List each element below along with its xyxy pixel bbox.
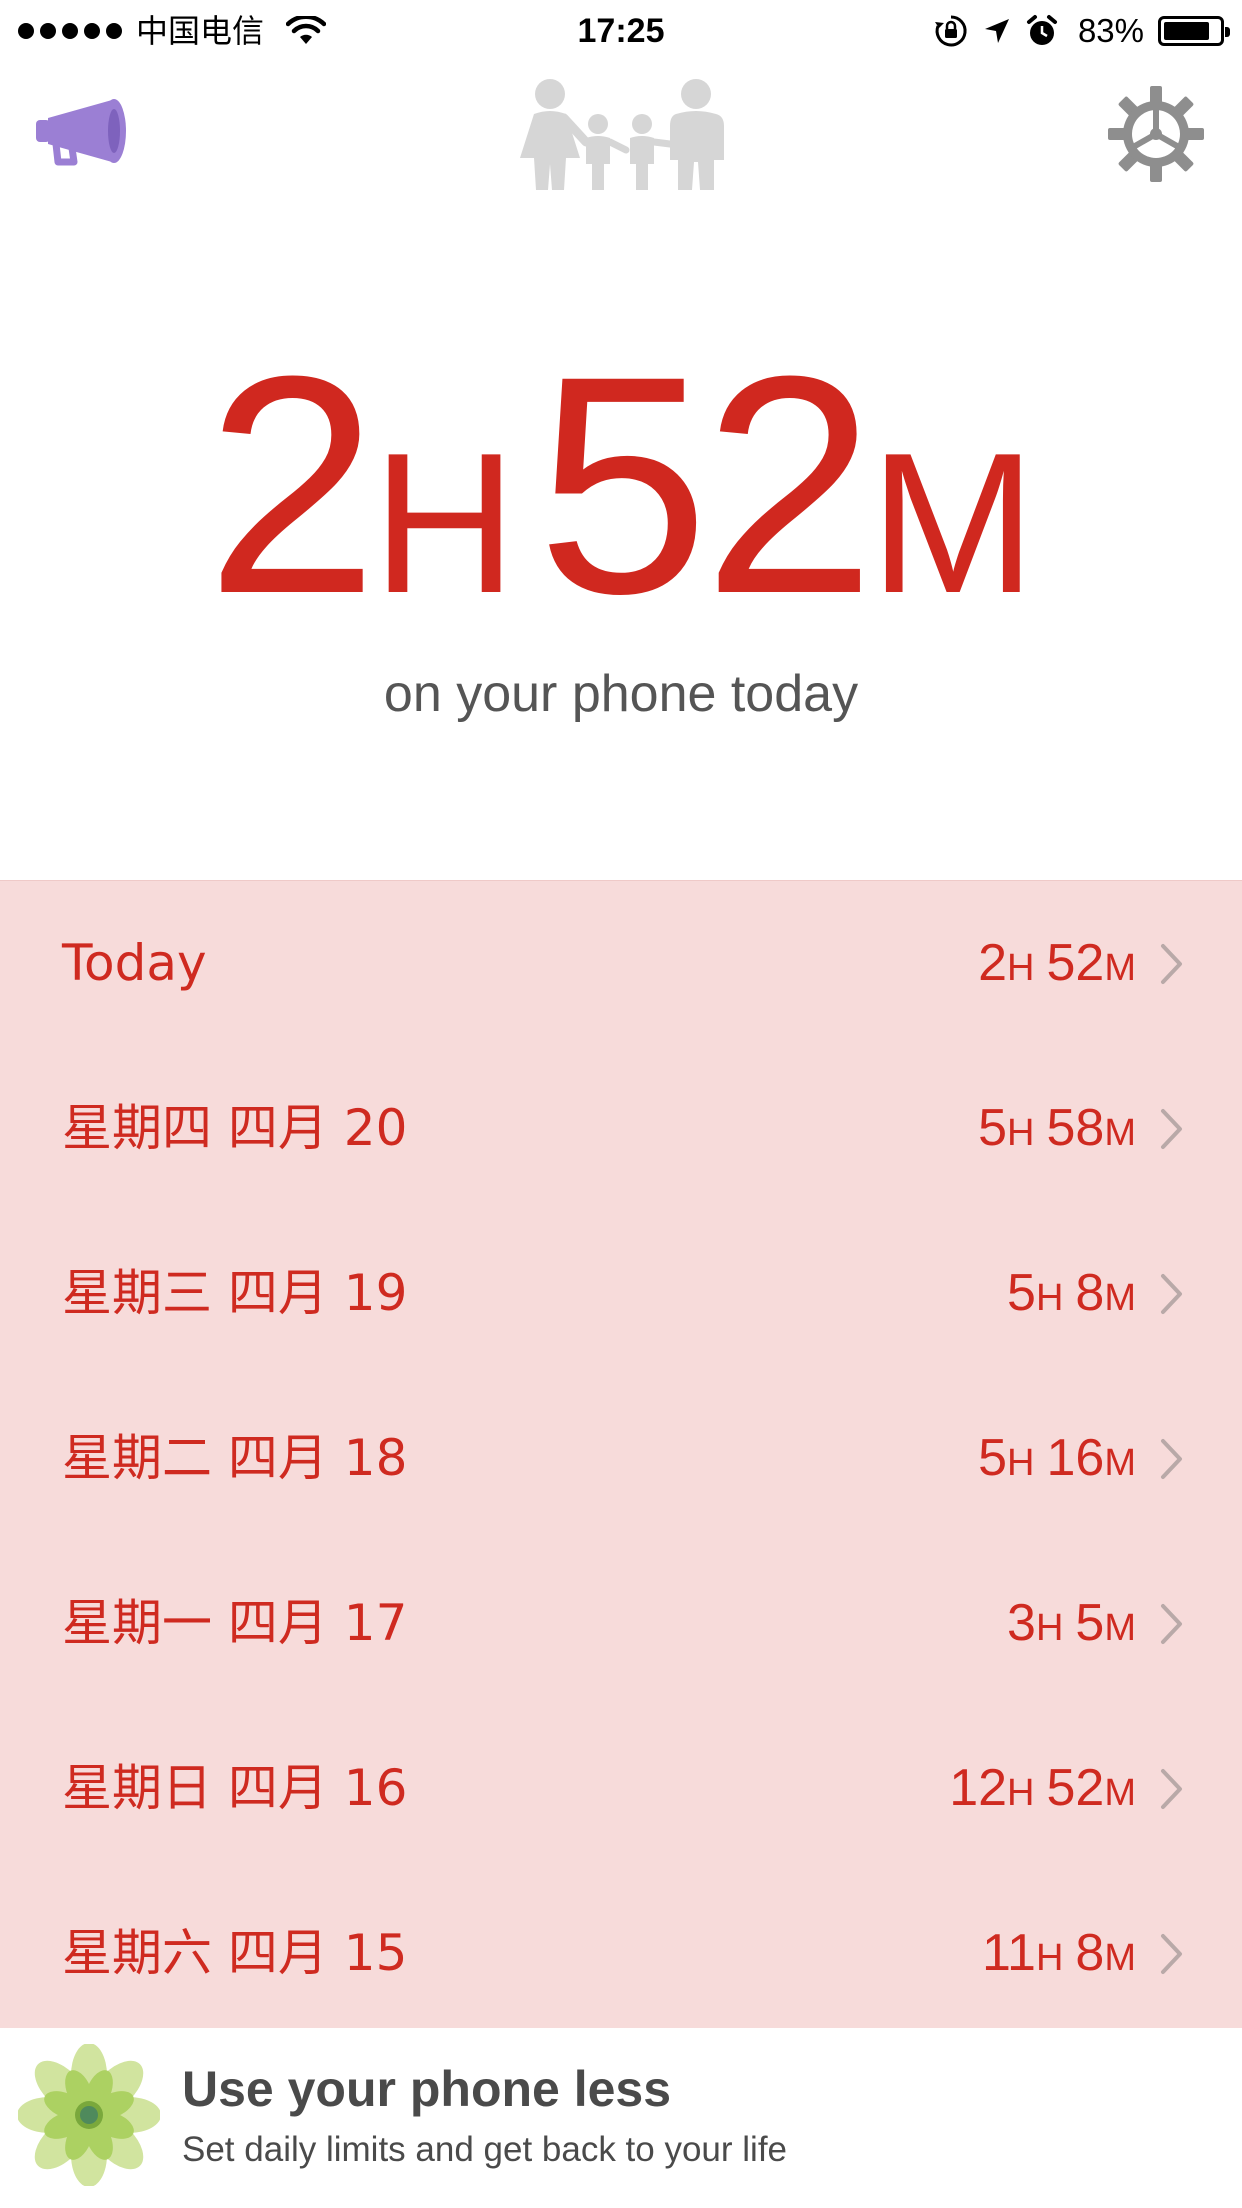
duration-hours: 12 xyxy=(949,1759,1008,1817)
history-row-duration: 3H 5M xyxy=(1007,1541,1136,1706)
chevron-right-icon xyxy=(1161,1109,1182,1149)
alarm-icon xyxy=(1026,14,1058,48)
history-row-date: 星期三 四月 19 xyxy=(62,1264,408,1322)
chevron-right-icon xyxy=(1161,1274,1182,1314)
history-row-date: 星期六 四月 15 xyxy=(62,1924,408,1982)
chevron-right-icon xyxy=(1161,1604,1182,1644)
history-row-duration: 5H 8M xyxy=(1007,1211,1136,1376)
duration-minutes: 8 xyxy=(1075,1264,1105,1322)
history-row[interactable]: 星期三 四月 19 5H 8M xyxy=(0,1211,1242,1376)
duration-hours-unit: H xyxy=(1007,947,1035,989)
duration-minutes-unit: M xyxy=(1104,1772,1136,1814)
duration-hours-unit: H xyxy=(1007,1772,1035,1814)
history-row[interactable]: 星期日 四月 16 12H 52M xyxy=(0,1706,1242,1871)
duration-hours: 11 xyxy=(981,1924,1036,1982)
duration-hours-unit: H xyxy=(1035,1277,1064,1319)
history-row[interactable]: Today 2H 52M xyxy=(0,881,1242,1046)
history-row-duration: 11H 8M xyxy=(982,1871,1136,2036)
duration-minutes: 52 xyxy=(1046,1759,1105,1817)
total-hours: 2 xyxy=(205,311,378,658)
history-row-duration: 5H 58M xyxy=(978,1046,1136,1211)
total-caption: on your phone today xyxy=(383,665,859,723)
history-row[interactable]: 星期四 四月 20 5H 58M xyxy=(0,1046,1242,1211)
history-row-duration: 2H 52M xyxy=(978,881,1136,1046)
orientation-lock-icon xyxy=(934,14,968,48)
history-row-duration: 5H 16M xyxy=(978,1376,1136,1541)
gear-icon xyxy=(1108,86,1204,182)
history-row[interactable]: 星期一 四月 17 3H 5M xyxy=(0,1541,1242,1706)
status-right: 83% xyxy=(934,10,1230,52)
history-row-date: 星期四 四月 20 xyxy=(62,1099,408,1157)
history-row-date: Today xyxy=(62,934,207,992)
chevron-right-icon xyxy=(1161,1934,1182,1974)
duration-minutes-unit: M xyxy=(1104,1112,1136,1154)
duration-hours: 5 xyxy=(1007,1264,1036,1322)
chevron-right-icon xyxy=(1161,944,1182,984)
total-minutes: 52 xyxy=(536,311,876,658)
history-row-date: 星期二 四月 18 xyxy=(62,1429,408,1487)
family-icon xyxy=(520,79,724,190)
total-hours-unit: H xyxy=(372,412,517,635)
battery-fill xyxy=(1164,22,1209,40)
duration-minutes: 58 xyxy=(1046,1099,1105,1157)
battery-nub xyxy=(1225,27,1230,37)
duration-hours-unit: H xyxy=(1035,1937,1064,1979)
total-minutes-unit: M xyxy=(869,412,1037,635)
lotus-icon xyxy=(18,2044,160,2186)
family-button[interactable] xyxy=(514,78,728,192)
promo-title: Use your phone less xyxy=(182,2061,672,2117)
total-time-display: 2H52M xyxy=(0,330,1242,640)
duration-hours: 5 xyxy=(978,1429,1008,1487)
settings-button[interactable] xyxy=(1108,86,1204,182)
status-bar: 中国电信 17:25 83% xyxy=(0,0,1242,62)
duration-minutes-unit: M xyxy=(1104,947,1136,989)
duration-hours-unit: H xyxy=(1007,1112,1035,1154)
chevron-right-icon xyxy=(1161,1439,1182,1479)
duration-hours: 5 xyxy=(978,1099,1008,1157)
duration-hours-unit: H xyxy=(1035,1607,1064,1649)
duration-minutes-unit: M xyxy=(1104,1442,1136,1484)
duration-minutes: 8 xyxy=(1075,1924,1105,1982)
screen: 中国电信 17:25 83% 2H52M on your phone today… xyxy=(0,0,1242,2208)
duration-minutes: 5 xyxy=(1075,1594,1105,1652)
history-row[interactable]: 星期二 四月 18 5H 16M xyxy=(0,1376,1242,1541)
megaphone-icon xyxy=(36,99,126,166)
duration-minutes-unit: M xyxy=(1104,1607,1136,1649)
location-arrow-icon xyxy=(982,16,1012,46)
history-row[interactable]: 星期六 四月 15 11H 8M xyxy=(0,1871,1242,2036)
history-row-date: 星期一 四月 17 xyxy=(62,1594,408,1652)
battery-percent: 83% xyxy=(1077,12,1144,49)
battery-icon xyxy=(1158,16,1230,46)
promo-subtitle: Set daily limits and get back to your li… xyxy=(182,2130,788,2169)
chevron-right-icon xyxy=(1161,1769,1182,1809)
duration-hours-unit: H xyxy=(1007,1442,1035,1484)
duration-hours: 2 xyxy=(978,934,1008,992)
history-row-duration: 12H 52M xyxy=(949,1706,1136,1871)
duration-minutes: 16 xyxy=(1046,1429,1105,1487)
promo-banner[interactable]: Use your phone less Set daily limits and… xyxy=(0,2028,1242,2208)
duration-minutes-unit: M xyxy=(1104,1937,1136,1979)
duration-hours: 3 xyxy=(1007,1594,1036,1652)
history-row-date: 星期日 四月 16 xyxy=(62,1759,408,1817)
duration-minutes-unit: M xyxy=(1104,1277,1136,1319)
duration-minutes: 52 xyxy=(1046,934,1105,992)
megaphone-button[interactable] xyxy=(34,96,134,172)
history-list: Today 2H 52M 星期四 四月 20 5H 58M 星期三 四月 19 5H 8M 星期二… xyxy=(0,880,1242,2029)
